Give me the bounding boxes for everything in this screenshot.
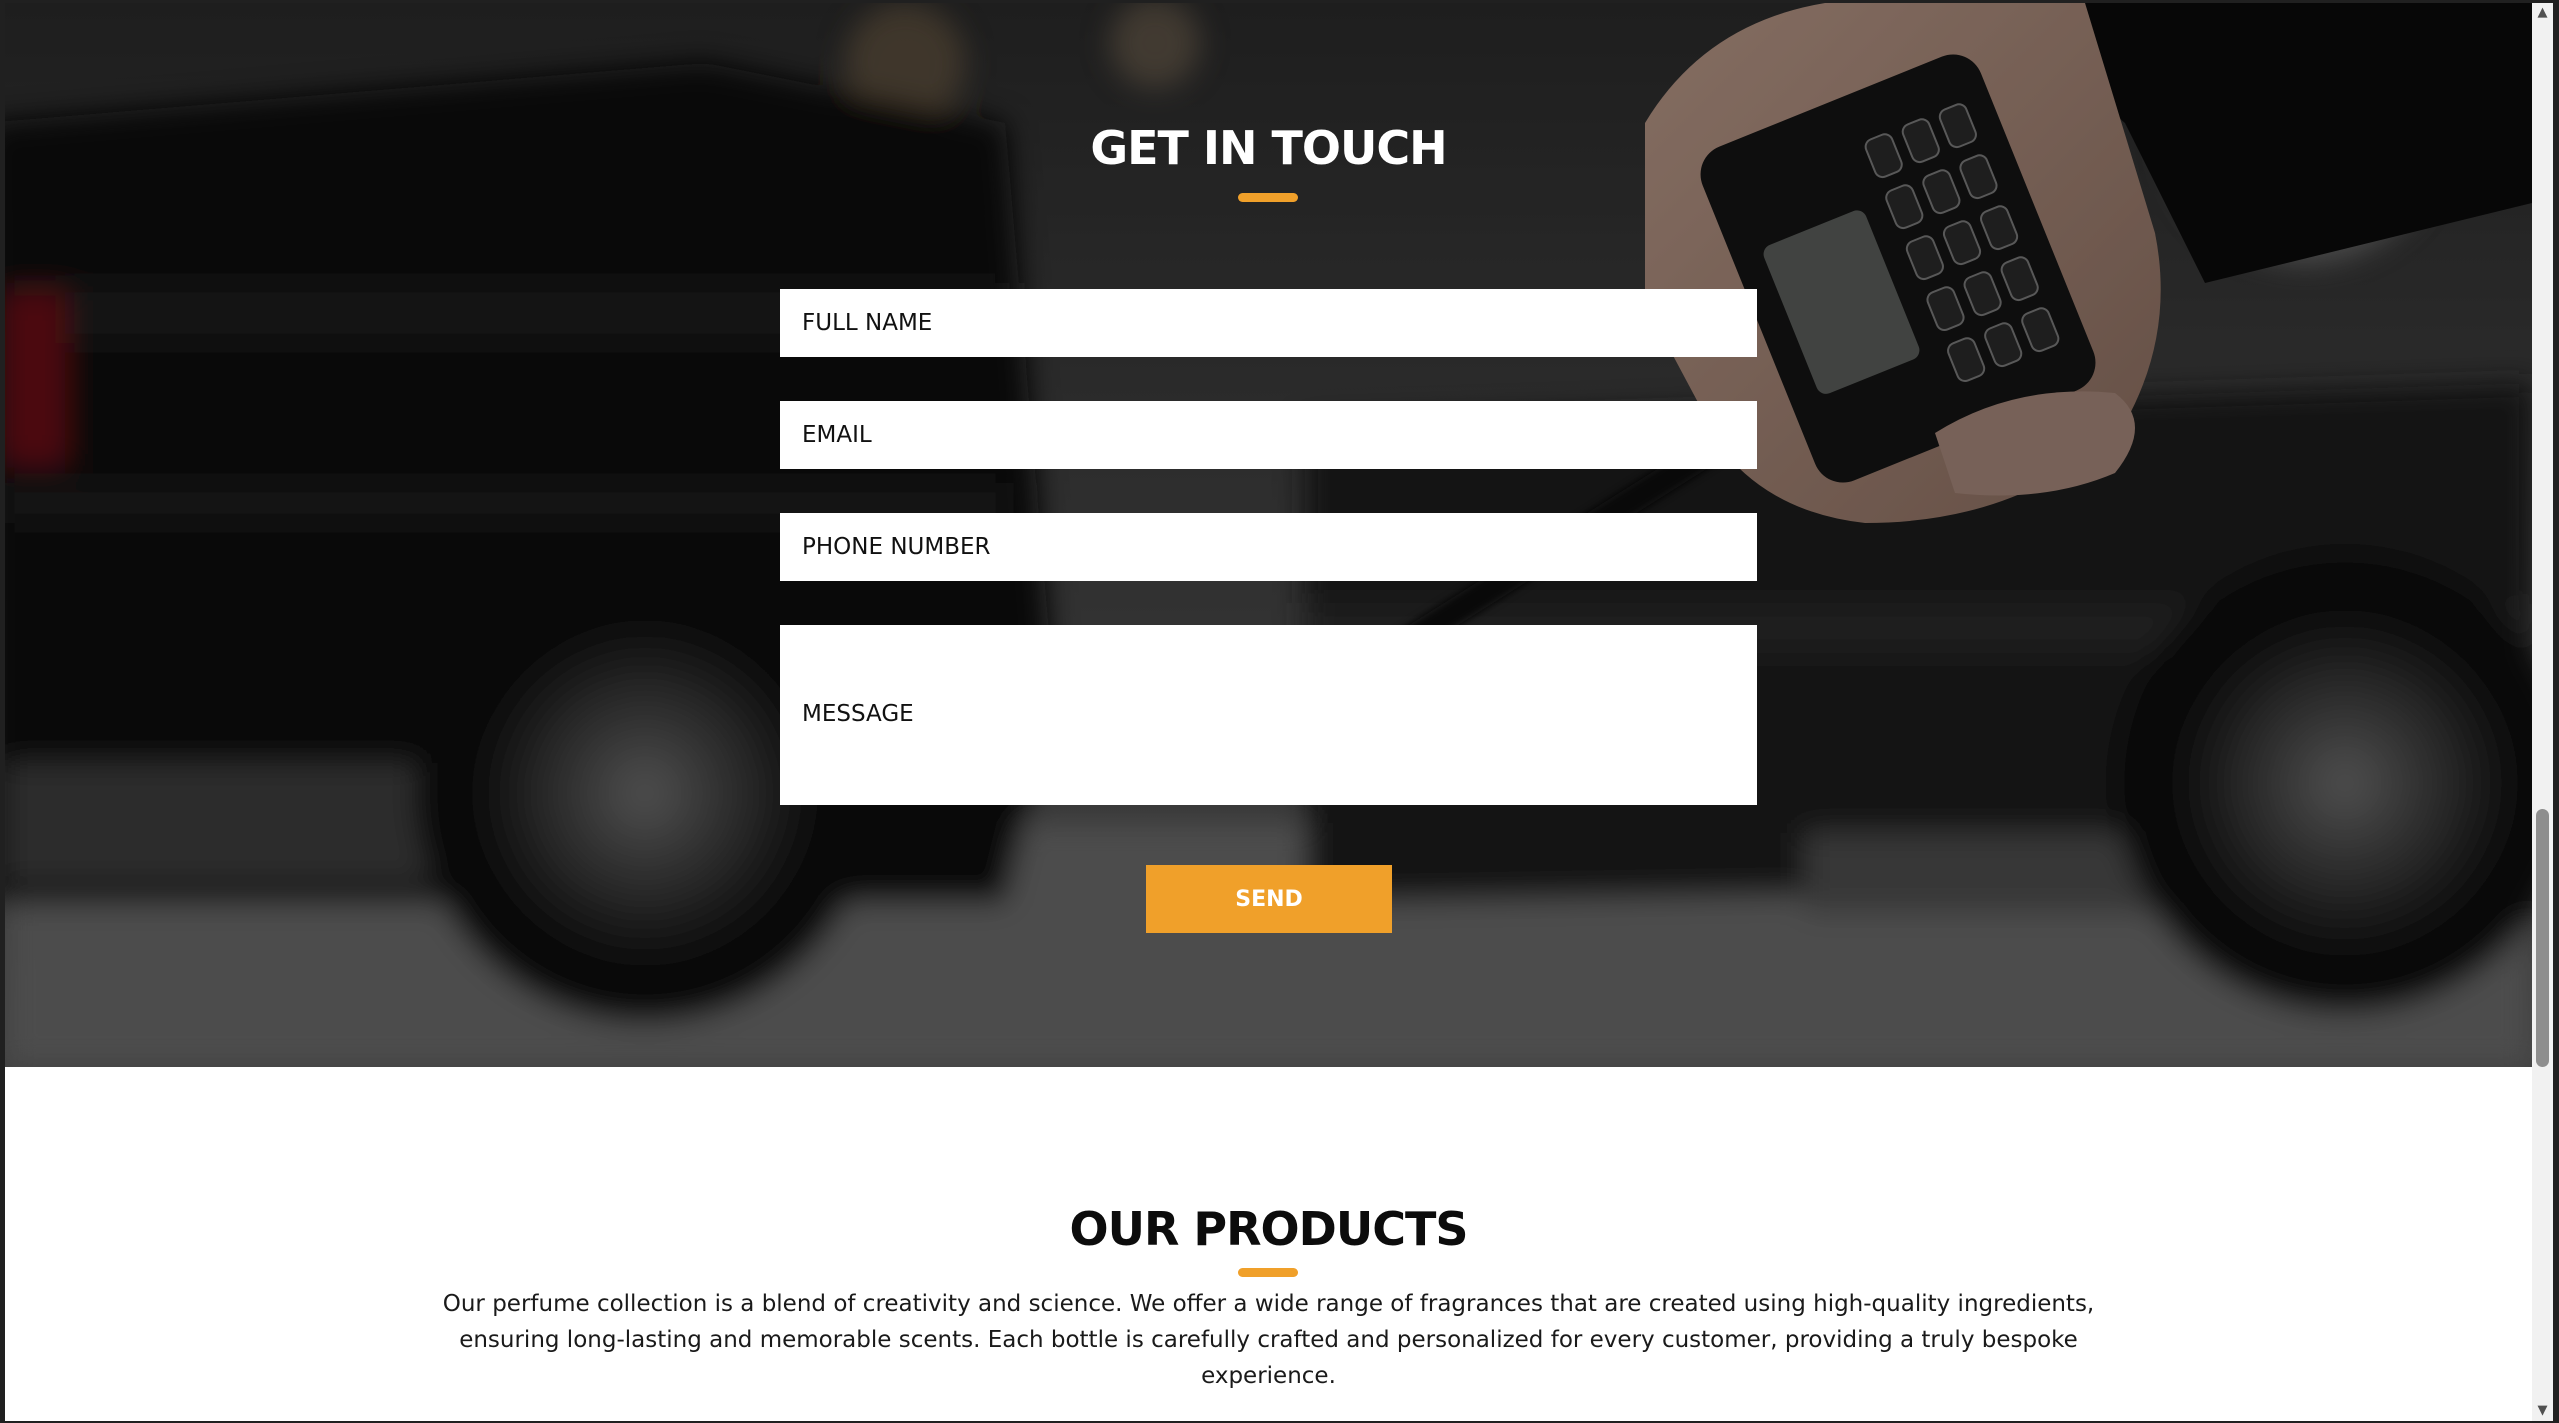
contact-section: GET IN TOUCH SEND xyxy=(5,3,2532,1067)
contact-title-underline xyxy=(1238,193,1298,202)
products-description: Our perfume collection is a blend of cre… xyxy=(442,1291,2095,1389)
full-name-input[interactable] xyxy=(780,289,1757,357)
triangle-up-icon[interactable]: ▲ xyxy=(2532,3,2553,23)
products-section: OUR PRODUCTS Our perfume collection is a… xyxy=(5,1067,2532,1421)
triangle-down-icon[interactable]: ▼ xyxy=(2532,1401,2553,1421)
email-input[interactable] xyxy=(780,401,1757,469)
products-title-underline xyxy=(1238,1268,1298,1277)
message-textarea[interactable] xyxy=(780,625,1757,805)
vertical-scrollbar[interactable]: ▲ ▼ xyxy=(2532,3,2553,1421)
products-title: OUR PRODUCTS xyxy=(1069,1202,1469,1256)
phone-number-input[interactable] xyxy=(780,513,1757,581)
scrollbar-thumb[interactable] xyxy=(2536,809,2549,1067)
page-viewport: GET IN TOUCH SEND OUR PRODUCTS Our perfu… xyxy=(5,3,2532,1421)
contact-title: GET IN TOUCH xyxy=(1090,121,1447,175)
send-button[interactable]: SEND xyxy=(1146,865,1392,933)
